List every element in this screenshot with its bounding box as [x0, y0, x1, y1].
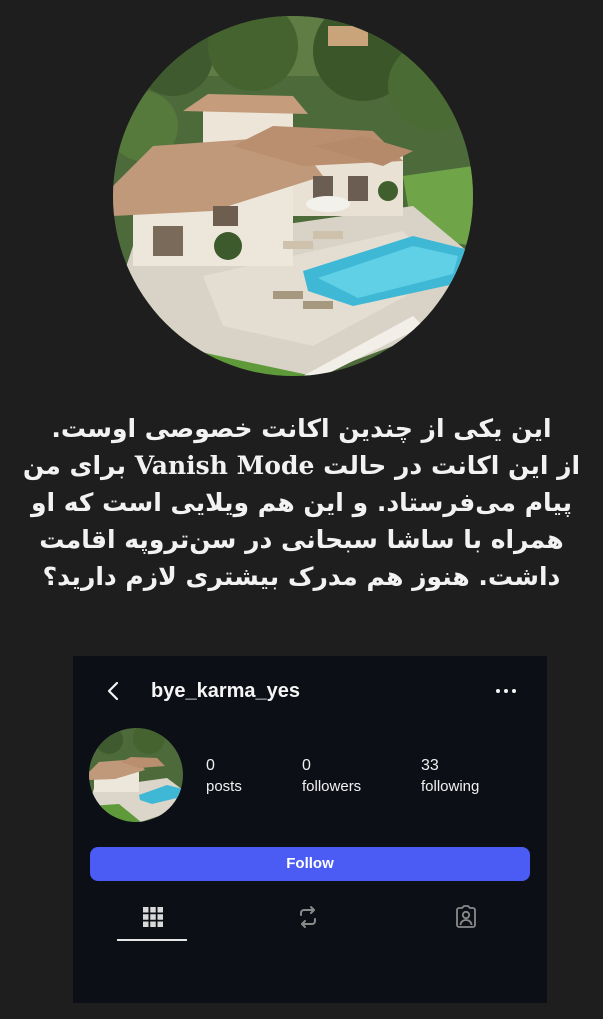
villa-illustration — [113, 16, 473, 376]
active-tab-indicator — [117, 939, 187, 941]
grid-icon[interactable] — [140, 904, 166, 930]
profile-username: bye_karma_yes — [151, 680, 301, 702]
caption-line: از این اکانت در حالت Vanish Mode برای من — [20, 447, 583, 484]
caption-text: از این اکانت در حالت — [314, 451, 581, 480]
avatar[interactable] — [89, 728, 183, 822]
caption-line: همراه با ساشا سبحانی در سن‌تروپه اقامت — [39, 525, 564, 554]
chevron-left-icon[interactable] — [103, 680, 125, 702]
stat-value: 0 — [302, 757, 311, 774]
stat-value: 33 — [421, 757, 439, 774]
villa-avatar-illustration — [89, 728, 183, 822]
stat-value: 0 — [206, 757, 215, 774]
more-horizontal-icon[interactable] — [493, 682, 519, 700]
villa-photo — [113, 16, 473, 376]
stat-following[interactable]: 33 following — [421, 756, 479, 797]
tagged-person-icon[interactable] — [453, 904, 479, 930]
vanish-mode-text: Vanish Mode — [134, 451, 315, 480]
stat-followers[interactable]: 0 followers — [302, 756, 361, 797]
stat-label: following — [421, 778, 480, 795]
caption-text: برای من — [22, 451, 135, 480]
post-caption: این یکی از چندین اکانت خصوصی اوست. از ای… — [20, 410, 583, 595]
caption-line: پیام می‌فرستاد. و این هم ویلایی است که ا… — [30, 488, 573, 517]
post-page: این یکی از چندین اکانت خصوصی اوست. از ای… — [0, 0, 603, 1019]
instagram-profile-card: bye_karma_yes 0 posts 0 followers 33 fol… — [73, 656, 547, 1003]
stat-label: followers — [302, 778, 362, 795]
stat-posts[interactable]: 0 posts — [206, 756, 242, 797]
stat-label: posts — [206, 778, 242, 795]
caption-line: داشت. هنوز هم مدرک بیشتری لازم دارید؟ — [42, 562, 561, 591]
follow-button[interactable]: Follow — [90, 847, 530, 881]
profile-header: bye_karma_yes — [73, 656, 547, 726]
repost-icon[interactable] — [295, 904, 321, 930]
caption-line: این یکی از چندین اکانت خصوصی اوست. — [51, 414, 552, 443]
